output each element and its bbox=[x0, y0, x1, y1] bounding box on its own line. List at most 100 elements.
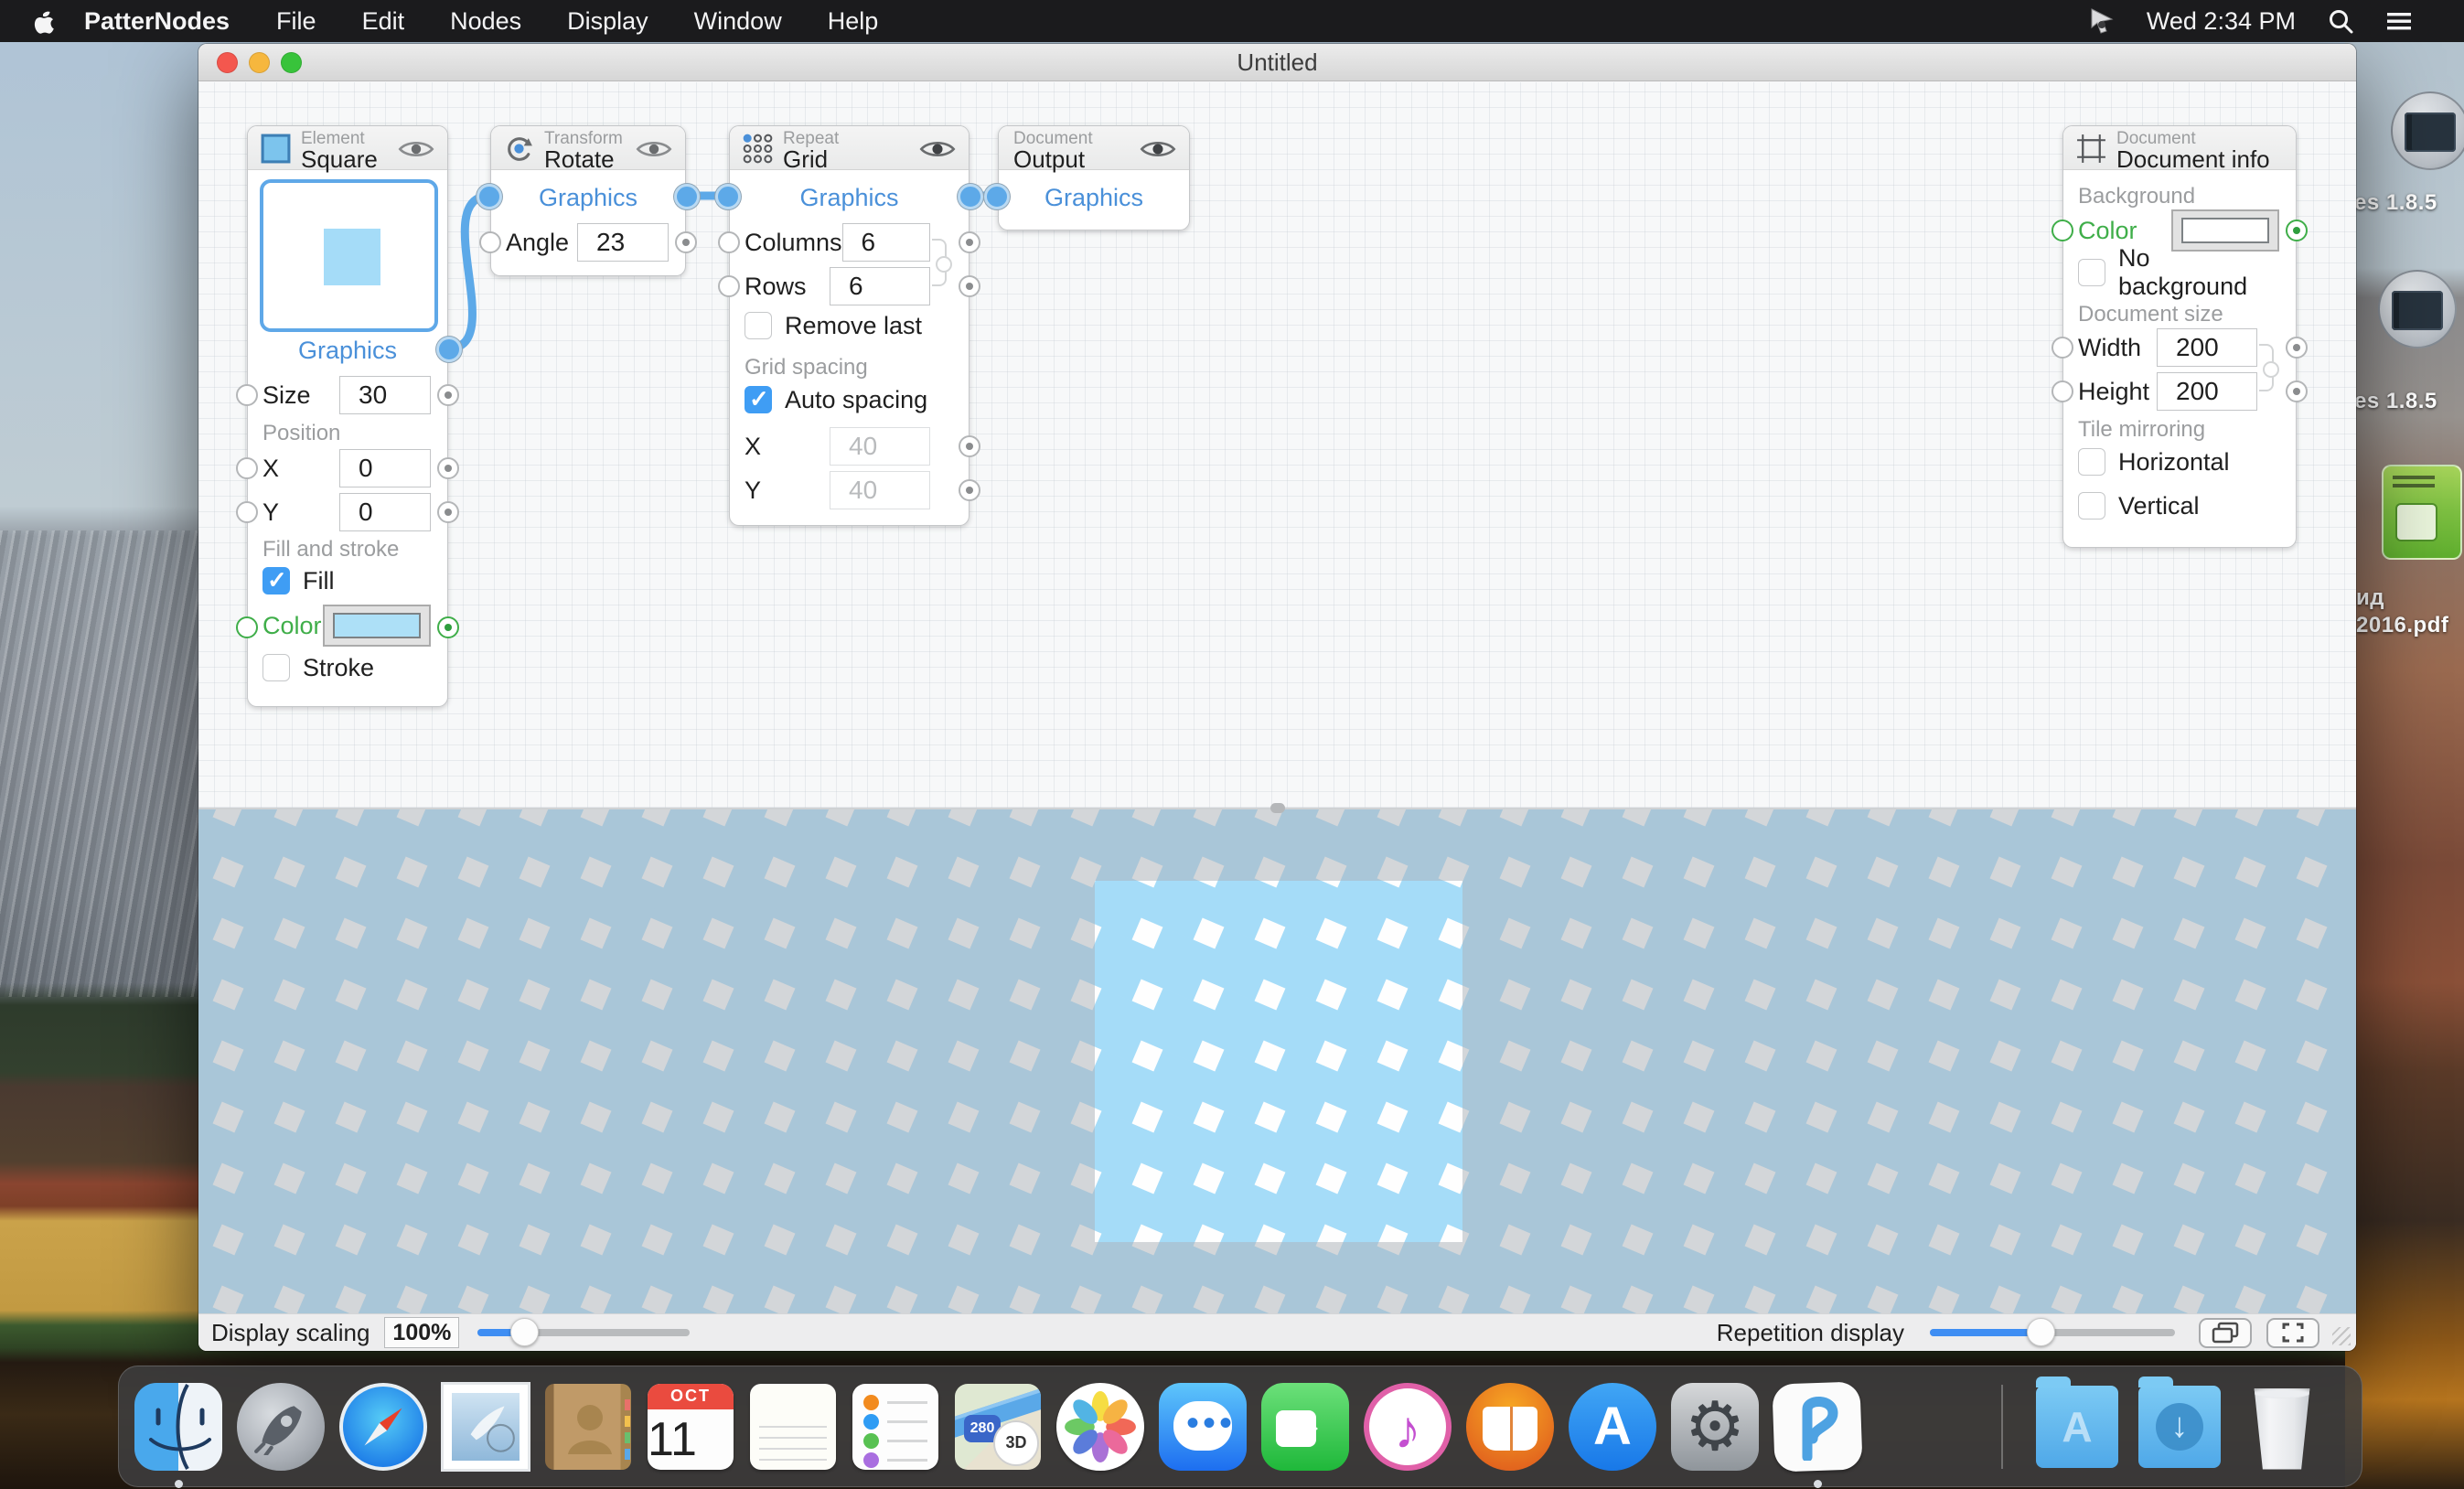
height-input-port[interactable] bbox=[2052, 380, 2073, 402]
notes-icon[interactable] bbox=[746, 1380, 840, 1473]
graphics-input-port[interactable] bbox=[715, 184, 741, 209]
safari-icon[interactable] bbox=[337, 1380, 430, 1473]
node-header[interactable]: Transform Rotate bbox=[491, 126, 685, 170]
x-output-port[interactable] bbox=[437, 457, 459, 479]
spacing-y-output-port[interactable] bbox=[959, 479, 980, 501]
desktop-icon-label[interactable]: es 1.8.5 bbox=[2354, 190, 2437, 216]
background-color-output-port[interactable] bbox=[2286, 220, 2308, 241]
facetime-icon[interactable] bbox=[1259, 1380, 1352, 1473]
downloads-folder-icon[interactable]: ↓ bbox=[2133, 1380, 2226, 1473]
mail-icon[interactable] bbox=[439, 1380, 532, 1473]
desktop-icon-label[interactable]: 2016.pdf bbox=[2356, 613, 2448, 638]
desktop-icon-label[interactable]: ид bbox=[2356, 585, 2384, 611]
remove-last-checkbox[interactable] bbox=[745, 312, 772, 339]
stroke-checkbox[interactable] bbox=[262, 654, 290, 681]
itunes-icon[interactable]: ♪ bbox=[1361, 1380, 1454, 1473]
patternodes-status-icon[interactable] bbox=[2088, 7, 2116, 35]
no-background-checkbox[interactable] bbox=[2078, 259, 2105, 286]
link-columns-rows-icon[interactable] bbox=[932, 239, 947, 286]
zoom-button[interactable] bbox=[281, 52, 302, 73]
vertical-mirror-checkbox[interactable] bbox=[2078, 492, 2105, 520]
menu-edit[interactable]: Edit bbox=[339, 7, 428, 36]
menu-display[interactable]: Display bbox=[544, 7, 671, 36]
color-output-port[interactable] bbox=[437, 616, 459, 638]
width-output-port[interactable] bbox=[2286, 337, 2308, 359]
trash-icon[interactable] bbox=[2235, 1380, 2329, 1473]
visibility-eye-icon[interactable] bbox=[398, 139, 434, 159]
panel-document-info[interactable]: Document Document info Background Color … bbox=[2062, 125, 2297, 548]
visibility-eye-icon[interactable] bbox=[1140, 139, 1176, 159]
graphics-output-port[interactable] bbox=[674, 184, 700, 209]
angle-output-port[interactable] bbox=[675, 231, 697, 253]
width-input-port[interactable] bbox=[2052, 337, 2073, 359]
visibility-eye-icon[interactable] bbox=[919, 139, 956, 159]
graphics-input-port[interactable] bbox=[477, 184, 502, 209]
rows-output-port[interactable] bbox=[959, 275, 980, 297]
node-header[interactable]: Document Document info bbox=[2063, 126, 2296, 170]
rows-input-port[interactable] bbox=[718, 275, 740, 297]
photos-icon[interactable] bbox=[1054, 1380, 1147, 1473]
menu-app-name[interactable]: PatterNodes bbox=[84, 7, 230, 36]
size-output-port[interactable] bbox=[437, 384, 459, 406]
repetition-display-slider[interactable] bbox=[1930, 1329, 2175, 1336]
node-rotate[interactable]: Transform Rotate Graphics Angle 23 bbox=[490, 125, 686, 276]
apple-menu-icon[interactable] bbox=[31, 7, 55, 35]
size-field[interactable]: 30 bbox=[339, 376, 431, 414]
applications-folder-icon[interactable]: A bbox=[2030, 1380, 2124, 1473]
angle-field[interactable]: 23 bbox=[577, 223, 669, 262]
ibooks-icon[interactable] bbox=[1463, 1380, 1557, 1473]
node-header[interactable]: Element Square bbox=[248, 126, 447, 170]
y-field[interactable]: 0 bbox=[339, 493, 431, 531]
calendar-icon[interactable]: OCT 11 bbox=[644, 1380, 737, 1473]
notification-center-icon[interactable] bbox=[2385, 7, 2413, 35]
graphics-output-port[interactable] bbox=[958, 184, 983, 209]
columns-field[interactable]: 6 bbox=[842, 223, 930, 262]
y-output-port[interactable] bbox=[437, 501, 459, 523]
desktop-icon-label[interactable]: es 1.8.5 bbox=[2354, 389, 2437, 414]
patternodes-icon[interactable] bbox=[1771, 1380, 1864, 1473]
window-titlebar[interactable]: Untitled bbox=[198, 44, 2356, 81]
menu-file[interactable]: File bbox=[253, 7, 339, 36]
desktop-icon-pdf[interactable] bbox=[2382, 465, 2462, 560]
launchpad-icon[interactable] bbox=[234, 1380, 327, 1473]
divider-drag-handle[interactable] bbox=[1270, 803, 1285, 813]
angle-input-port[interactable] bbox=[479, 231, 501, 253]
menu-nodes[interactable]: Nodes bbox=[427, 7, 544, 36]
size-input-port[interactable] bbox=[236, 384, 258, 406]
desktop-icon-dmg-2[interactable] bbox=[2378, 270, 2457, 348]
minimize-button[interactable] bbox=[249, 52, 270, 73]
fill-checkbox[interactable] bbox=[262, 567, 290, 595]
x-field[interactable]: 0 bbox=[339, 449, 431, 487]
close-button[interactable] bbox=[217, 52, 238, 73]
node-header[interactable]: Repeat Grid bbox=[730, 126, 969, 170]
display-scaling-slider[interactable] bbox=[477, 1329, 690, 1336]
display-scaling-value[interactable]: 100% bbox=[384, 1317, 459, 1348]
slider-thumb[interactable] bbox=[2027, 1318, 2055, 1346]
x-input-port[interactable] bbox=[236, 457, 258, 479]
background-color-input-port[interactable] bbox=[2052, 220, 2073, 241]
spacing-x-output-port[interactable] bbox=[959, 435, 980, 457]
fill-color-swatch[interactable] bbox=[323, 605, 431, 647]
rows-field[interactable]: 6 bbox=[830, 267, 930, 305]
graphics-input-port[interactable] bbox=[984, 184, 1010, 209]
reminders-icon[interactable] bbox=[849, 1380, 942, 1473]
width-field[interactable]: 200 bbox=[2157, 328, 2257, 367]
system-preferences-icon[interactable]: ⚙ bbox=[1668, 1380, 1762, 1473]
contacts-icon[interactable] bbox=[541, 1380, 635, 1473]
messages-icon[interactable] bbox=[1156, 1380, 1249, 1473]
color-input-port[interactable] bbox=[236, 616, 258, 638]
maps-icon[interactable]: 280 3D bbox=[951, 1380, 1045, 1473]
y-input-port[interactable] bbox=[236, 501, 258, 523]
node-square[interactable]: Element Square Graphics Size 30 Position bbox=[247, 125, 448, 707]
node-output[interactable]: Document Output Graphics bbox=[998, 125, 1190, 230]
slider-thumb[interactable] bbox=[510, 1318, 539, 1346]
menu-window[interactable]: Window bbox=[671, 7, 805, 36]
spacing-y-field[interactable]: 40 bbox=[830, 471, 930, 509]
node-grid[interactable]: Repeat Grid Graphics Columns 6 R bbox=[729, 125, 970, 526]
horizontal-mirror-checkbox[interactable] bbox=[2078, 448, 2105, 476]
resize-grip[interactable] bbox=[2332, 1327, 2351, 1345]
columns-input-port[interactable] bbox=[718, 231, 740, 253]
spacing-x-field[interactable]: 40 bbox=[830, 427, 930, 466]
finder-icon[interactable] bbox=[132, 1380, 225, 1473]
columns-output-port[interactable] bbox=[959, 231, 980, 253]
